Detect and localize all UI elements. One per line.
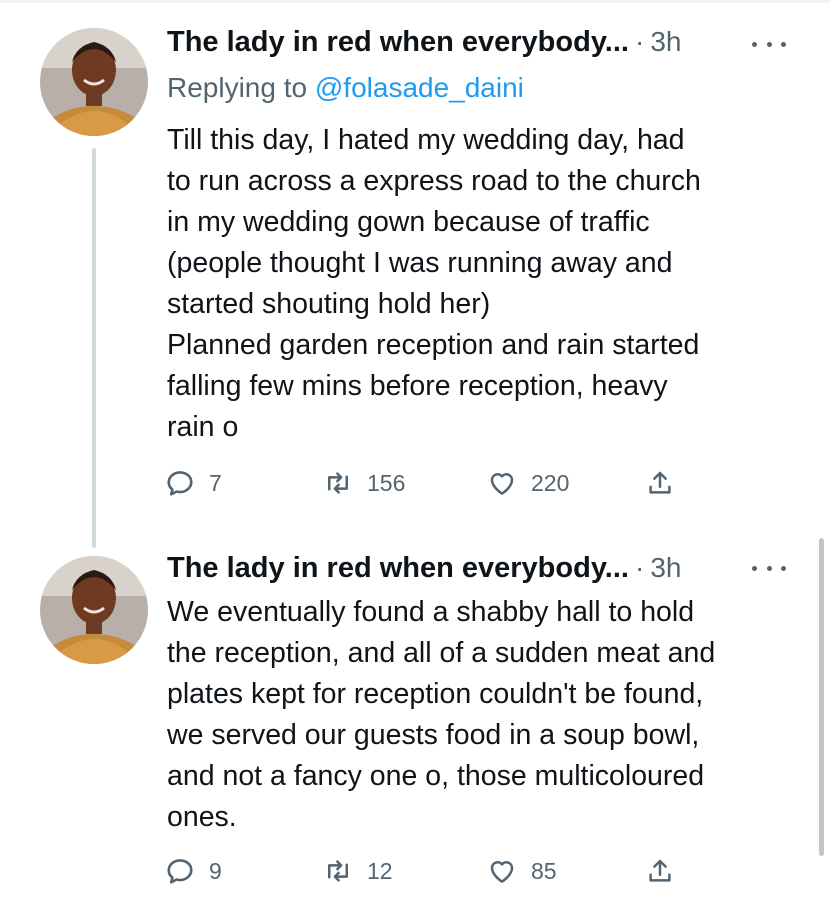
- replying-to: Replying to @folasade_daini: [167, 72, 524, 104]
- text-line: started shouting hold her): [167, 288, 491, 320]
- tweet-1[interactable]: The lady in red when everybody... · 3h R…: [0, 0, 829, 540]
- like-button[interactable]: 85: [487, 856, 557, 886]
- reply-button[interactable]: 9: [165, 856, 222, 886]
- like-icon: [490, 473, 514, 495]
- retweet-button[interactable]: 156: [323, 468, 405, 498]
- text-line: we served our guests food in a soup bowl…: [167, 719, 700, 751]
- timestamp[interactable]: 3h: [650, 552, 681, 584]
- retweet-icon: [328, 472, 348, 494]
- replying-to-label: Replying to: [167, 72, 315, 103]
- share-button[interactable]: [645, 856, 675, 886]
- author-name[interactable]: The lady in red when everybody...: [167, 26, 629, 59]
- reply-count: 9: [209, 857, 222, 884]
- tweet-text: Till this day, I hated my wedding day, h…: [167, 120, 807, 448]
- text-line: (people thought I was running away and: [167, 247, 673, 279]
- reply-button[interactable]: 7: [165, 468, 222, 498]
- text-line: Till this day, I hated my wedding day, h…: [167, 124, 685, 156]
- tweet-header: The lady in red when everybody... · 3h: [167, 22, 681, 62]
- share-icon: [649, 859, 671, 882]
- text-line: plates kept for reception couldn't be fo…: [167, 678, 704, 710]
- separator-dot: ·: [634, 26, 645, 57]
- reply-icon: [167, 471, 193, 496]
- like-count: 85: [531, 857, 557, 884]
- text-line: rain o: [167, 411, 239, 443]
- tweet-header: The lady in red when everybody... · 3h: [167, 548, 681, 588]
- retweet-count: 12: [367, 857, 393, 884]
- text-line: and not a fancy one o, those multicolour…: [167, 760, 705, 792]
- tweet-actions: 9 12 85: [165, 856, 685, 890]
- like-count: 220: [531, 469, 570, 496]
- retweet-button[interactable]: 12: [323, 856, 393, 886]
- share-button[interactable]: [645, 468, 675, 498]
- text-line: the reception, and all of a sudden meat …: [167, 637, 716, 669]
- reply-icon: [167, 859, 193, 884]
- text-line: ones.: [167, 801, 237, 833]
- like-button[interactable]: 220: [487, 468, 569, 498]
- tweet-actions: 7 156 220: [165, 468, 685, 502]
- more-icon[interactable]: [752, 34, 786, 54]
- avatar[interactable]: [40, 28, 148, 136]
- like-icon: [490, 861, 514, 883]
- tweet-2[interactable]: The lady in red when everybody... · 3h W…: [0, 540, 829, 899]
- share-icon: [649, 471, 671, 494]
- text-line: in my wedding gown because of traffic: [167, 206, 650, 238]
- more-icon[interactable]: [752, 558, 786, 578]
- text-line: Planned garden reception and rain starte…: [167, 329, 700, 361]
- scrollbar[interactable]: [819, 538, 824, 856]
- text-line: to run across a express road to the chur…: [167, 165, 701, 197]
- retweet-icon: [328, 860, 348, 882]
- author-name[interactable]: The lady in red when everybody...: [167, 552, 629, 585]
- text-line: falling few mins before reception, heavy: [167, 370, 668, 402]
- tweet-text: We eventually found a shabby hall to hol…: [167, 592, 807, 838]
- text-line: We eventually found a shabby hall to hol…: [167, 596, 695, 628]
- reply-count: 7: [209, 469, 222, 496]
- retweet-count: 156: [367, 469, 406, 496]
- reply-handle-link[interactable]: @folasade_daini: [315, 72, 524, 103]
- separator-dot: ·: [634, 552, 645, 583]
- timestamp[interactable]: 3h: [650, 26, 681, 58]
- avatar[interactable]: [40, 556, 148, 664]
